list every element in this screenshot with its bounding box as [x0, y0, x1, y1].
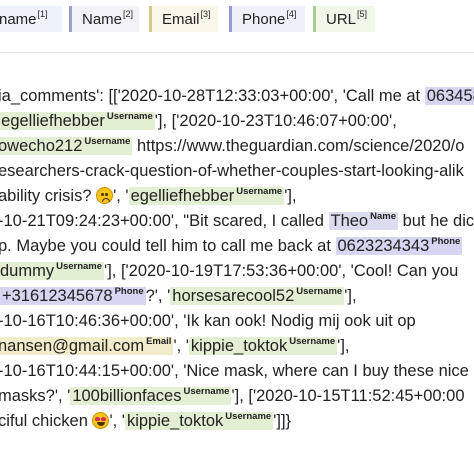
username-highlight[interactable]: kippie_toktok Username — [124, 411, 274, 430]
username-highlight[interactable]: 100billionfaces Username — [70, 386, 232, 405]
heart-eyes-emoji-icon — [92, 412, 110, 429]
entity-text: Theo — [330, 212, 369, 230]
email-highlight[interactable]: nansen@gmail.com Email — [0, 336, 174, 355]
entity-tag: Email — [146, 336, 172, 347]
name-highlight[interactable]: Theo Name — [328, 211, 398, 230]
entity-tag: Username — [84, 136, 131, 147]
entity-text: egelliefhebber — [1, 112, 105, 130]
entity-tag: Username — [289, 336, 336, 347]
username-highlight[interactable]: egelliefhebber Username — [0, 111, 155, 130]
entity-tag: Username — [106, 111, 153, 122]
entity-tag: Name — [370, 211, 396, 222]
entity-tag: Username — [183, 386, 230, 397]
phone-highlight[interactable]: 0623234343 Phone — [335, 236, 463, 255]
text-segment: masks?', ' — [0, 387, 71, 405]
text-segment: '], — [337, 337, 350, 355]
text-segment: '], ['2020-10-23T10:46:07+00:00', — [154, 112, 397, 130]
text-line: owecho212 Username https://www.theguardia… — [0, 134, 464, 162]
text-line: ciful chicken ', ' kippie_toktok Username '… — [0, 409, 291, 437]
username-highlight[interactable]: dummy Username — [0, 261, 105, 280]
text-line: -10-21T09:24:23+00:00', "Bit scared, I c… — [0, 209, 474, 237]
text-segment: ?', ' — [145, 287, 171, 305]
text-segment: p. Maybe you could tell him to call me b… — [0, 237, 336, 255]
username-highlight[interactable]: egelliefhebber Username — [128, 186, 285, 205]
text-segment: ia_comments': [['2020-10-28T12:33:03+00:… — [0, 87, 425, 105]
entity-text: dummy — [0, 262, 55, 280]
text-segment: ', ' — [113, 187, 129, 205]
text-line: nansen@gmail.com Email ', ' kippie_toktok Us… — [0, 334, 350, 362]
entity-text: owecho212 — [0, 137, 83, 155]
text-line: p. Maybe you could tell him to call me b… — [0, 234, 463, 262]
text-segment: '], ['2020-10-15T11:52:45+00:00 — [231, 387, 465, 405]
entity-text: horsesarecool52 — [172, 287, 295, 305]
text-line: -10-16T10:44:15+00:00', 'Nice mask, wher… — [0, 359, 469, 384]
text-segment: -10-16T10:46:36+00:00', 'Ik kan ook! Nod… — [0, 312, 416, 330]
entity-text: 100billionfaces — [72, 387, 182, 405]
text-segment: ability crisis? — [0, 187, 97, 205]
text-line: dummy Username '], ['2020-10-19T17:53:36+0… — [0, 259, 458, 287]
entity-text: kippie_toktok — [126, 412, 224, 430]
entity-tag: Phone — [114, 286, 144, 297]
entity-tag: Username — [236, 186, 283, 197]
entity-tag: Username — [296, 286, 343, 297]
phone-highlight[interactable]: +31612345678 Phone — [0, 286, 146, 305]
worried-face-emoji-icon — [96, 187, 114, 204]
text-segment: -10-16T10:44:15+00:00', 'Nice mask, wher… — [0, 362, 469, 380]
text-segment: but he dic — [397, 212, 474, 230]
text-line: ia_comments': [['2020-10-28T12:33:03+00:… — [0, 84, 474, 109]
entity-text: egelliefhebber — [130, 187, 235, 205]
text-segment: '], — [284, 187, 297, 205]
entity-text: nansen@gmail.com — [0, 337, 145, 355]
url-text: esearchers-crack-question-of-whether-cou… — [0, 162, 464, 180]
text-line: masks?', ' 100billionfaces Username '], ['2… — [0, 384, 465, 412]
text-segment: '], — [344, 287, 357, 305]
entity-tag: Username — [225, 411, 272, 422]
text-segment: '], ['2020-10-19T17:53:36+00:00', 'Cool!… — [104, 262, 459, 280]
text-line: -10-16T10:46:36+00:00', 'Ik kan ook! Nod… — [0, 309, 416, 334]
entity-text: +31612345678 — [2, 287, 113, 305]
entity-tag: Phone — [431, 236, 461, 247]
entity-text: 0623234343 — [337, 237, 430, 255]
text-line: esearchers-crack-question-of-whether-cou… — [0, 159, 464, 184]
text-line: 'egelliefhebberUsername'], ['2020-10-23T… — [0, 109, 397, 137]
entity-tag: Username — [56, 261, 103, 272]
username-highlight[interactable]: owecho212 Username — [0, 136, 133, 155]
text-segment: -10-21T09:24:23+00:00', "Bit scared, I c… — [0, 212, 329, 230]
username-highlight[interactable]: kippie_toktok Username — [188, 336, 338, 355]
text-line: +31612345678 Phone ?', ' horsesarecool52 Use… — [0, 284, 357, 312]
username-highlight[interactable]: horsesarecool52 Username — [170, 286, 345, 305]
text-segment: ciful chicken — [0, 412, 93, 430]
entity-text: kippie_toktok — [190, 337, 288, 355]
phone-highlight[interactable]: 063458 — [424, 87, 474, 105]
text-line: ability crisis? ', ' egelliefhebber Userna… — [0, 184, 297, 212]
annotated-text: ia_comments': [['2020-10-28T12:33:03+00:… — [0, 0, 474, 474]
text-segment: ']]} — [273, 412, 292, 430]
text-segment: ', ' — [173, 337, 189, 355]
url-text: https://www.theguardian.com/science/2020… — [132, 137, 465, 155]
text-segment: ', ' — [109, 412, 125, 430]
